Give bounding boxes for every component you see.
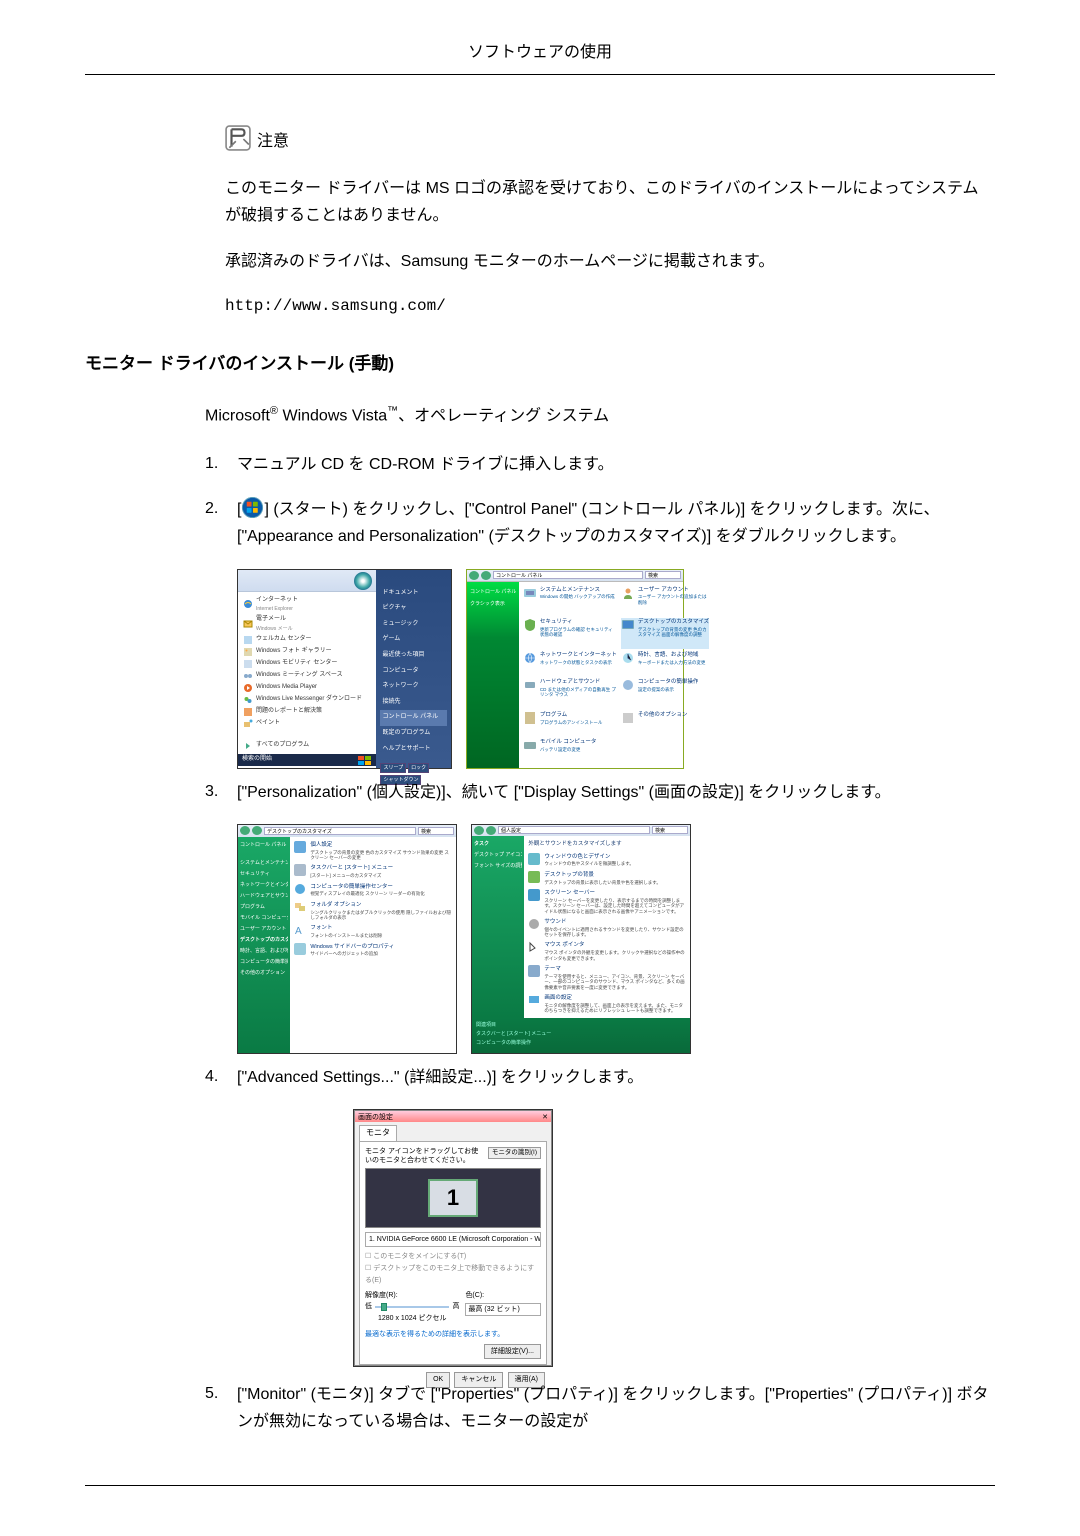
step-5-text: ["Monitor" (モニタ)] タブで ["Properties" (プロパ… <box>237 1381 995 1435</box>
note-block: 注意 このモニター ドライバーは MS ロゴの承認を受けており、このドライバのイ… <box>225 125 985 320</box>
step-4: 4. ["Advanced Settings..." (詳細設定...)] をク… <box>205 1064 995 1091</box>
screenshot-control-panel: コントロール パネル検索 コントロール パネル ホームクラシック表示 システムと… <box>466 569 684 769</box>
section-heading-manual-install: モニター ドライバのインストール (手動) <box>85 350 995 377</box>
step-1-number: 1. <box>205 451 237 478</box>
step-3-text: ["Personalization" (個人設定)]、続いて ["Display… <box>237 779 995 806</box>
step-4-number: 4. <box>205 1064 237 1091</box>
step-2: 2. [] (スタート) をクリックし、["Control Panel" (コン… <box>205 496 995 550</box>
monitor-icon: 1 <box>428 1179 478 1217</box>
step-4-text: ["Advanced Settings..." (詳細設定...)] をクリック… <box>237 1064 995 1091</box>
note-text-1: このモニター ドライバーは MS ロゴの承認を受けており、このドライバのインスト… <box>225 175 985 229</box>
step-2-text: [] (スタート) をクリックし、["Control Panel" (コントロー… <box>237 496 995 550</box>
step-1: 1. マニュアル CD を CD-ROM ドライブに挿入します。 <box>205 451 995 478</box>
step-3: 3. ["Personalization" (個人設定)]、続いて ["Disp… <box>205 779 995 806</box>
note-url: http://www.samsung.com/ <box>225 293 985 320</box>
note-icon <box>225 125 251 160</box>
footer-rule <box>85 1485 995 1486</box>
start-orb-icon <box>354 572 372 590</box>
step-5-number: 5. <box>205 1381 237 1435</box>
svg-text:A: A <box>295 926 302 936</box>
screenshot-display-settings-dialog: 画面の設定✕ モニタ モニタ アイコンをドラッグしてお使いのモニタと合わせてくだ… <box>353 1109 553 1367</box>
step-3-number: 3. <box>205 779 237 806</box>
start-orb-icon <box>241 501 264 518</box>
os-subheading: Microsoft® Windows Vista™、オペレーティング システム <box>205 403 995 429</box>
header-rule <box>85 74 995 75</box>
step-5: 5. ["Monitor" (モニタ)] タブで ["Properties" (… <box>205 1381 995 1435</box>
note-label: 注意 <box>257 129 289 155</box>
note-text-2: 承認済みのドライバは、Samsung モニターのホームページに掲載されます。 <box>225 248 985 275</box>
screenshot-appearance-personalization: デスクトップのカスタマイズ検索 コントロール パネル ホーム システムとメンテナ… <box>237 824 457 1054</box>
step-2-number: 2. <box>205 496 237 550</box>
screenshot-personalization: 個人設定検索 タスク デスクトップ アイコンの変更フォント サイズの調整 外観と… <box>471 824 691 1054</box>
screenshot-start-menu: インターネットInternet Explorer 電子メールWindows メー… <box>237 569 452 769</box>
page-header-title: ソフトウェアの使用 <box>85 40 995 66</box>
step-1-text: マニュアル CD を CD-ROM ドライブに挿入します。 <box>237 451 995 478</box>
close-icon: ✕ <box>542 1112 548 1121</box>
